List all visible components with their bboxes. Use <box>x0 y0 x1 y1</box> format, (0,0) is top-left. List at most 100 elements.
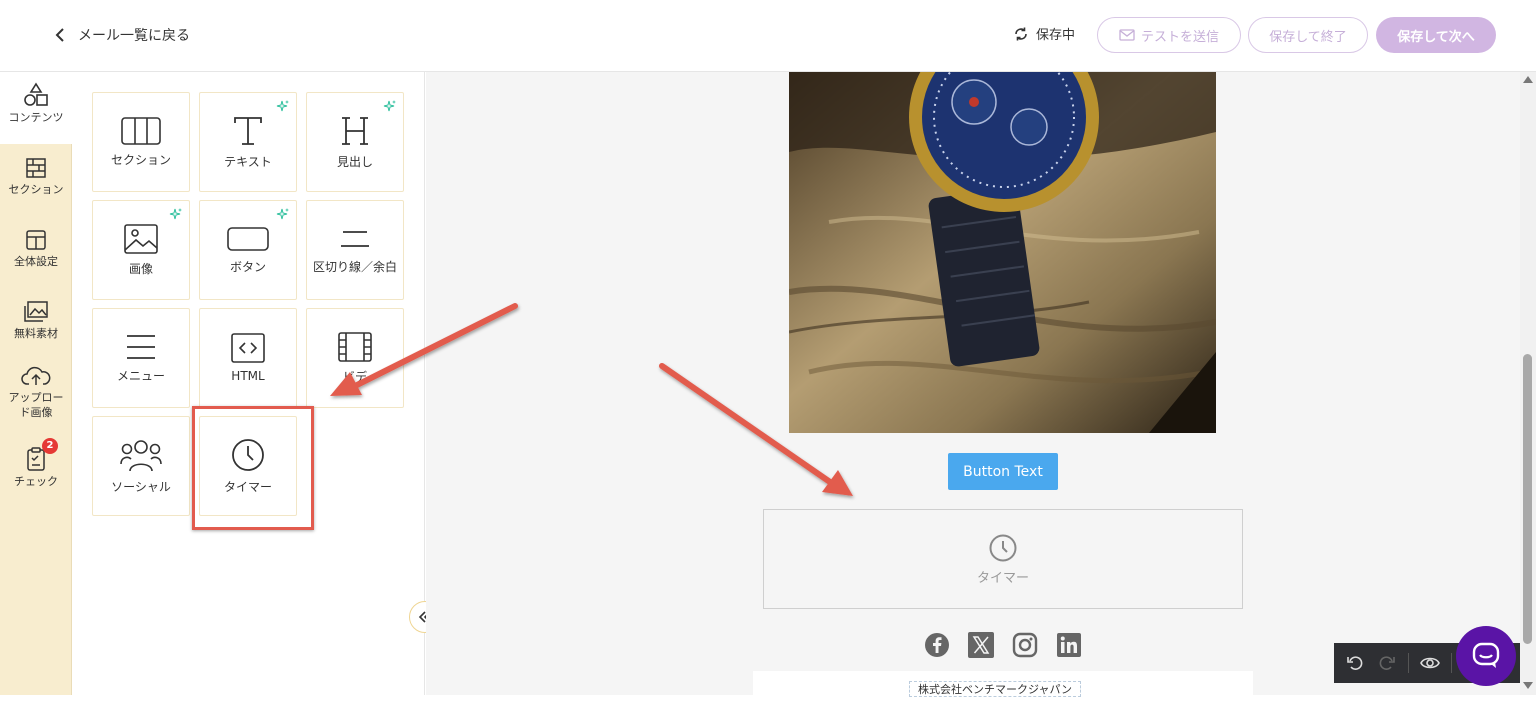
toolbar-divider <box>1408 653 1409 673</box>
bricks-icon <box>26 158 46 178</box>
tile-section[interactable]: セクション <box>92 92 190 192</box>
divider-icon <box>341 230 369 247</box>
image-icon <box>124 223 158 254</box>
tile-timer[interactable]: タイマー <box>199 416 297 516</box>
rail-label: 全体設定 <box>14 255 58 268</box>
email-button-text: Button Text <box>963 463 1043 480</box>
tile-label: HTML <box>231 369 265 383</box>
chat-support-button[interactable] <box>1456 626 1516 686</box>
redo-icon <box>1379 656 1395 670</box>
scroll-down-arrow[interactable] <box>1523 682 1533 689</box>
redo-button[interactable] <box>1376 652 1398 674</box>
social-icon <box>120 439 162 471</box>
heading-icon <box>342 116 368 145</box>
tile-label: メニュー <box>116 368 165 383</box>
tile-label: 画像 <box>128 261 153 276</box>
top-header: メール一覧に戻る 保存中 テストを送信 保存して終了 保存して次へ <box>0 0 1536 72</box>
clock-icon <box>232 438 264 471</box>
save-and-exit-button[interactable]: 保存して終了 <box>1248 17 1368 53</box>
email-body: Button Text タイマー 株式会社ベンチマークジャパン <box>456 72 1492 701</box>
x-twitter-icon[interactable] <box>968 632 994 658</box>
watch-photo[interactable] <box>789 72 1216 433</box>
menu-icon <box>127 334 155 359</box>
ai-sparkle-icon <box>276 100 289 112</box>
scroll-thumb[interactable] <box>1523 354 1532 644</box>
cloud-upload-icon <box>21 366 51 385</box>
rail-item-sections[interactable]: セクション <box>0 156 72 197</box>
chevron-left-icon <box>55 28 64 42</box>
rail-label: 無料素材 <box>14 327 58 340</box>
preview-button[interactable] <box>1419 652 1441 674</box>
email-cta-button[interactable]: Button Text <box>948 453 1058 490</box>
back-label: メール一覧に戻る <box>78 28 190 44</box>
undo-icon <box>1347 656 1363 670</box>
tile-divider[interactable]: 区切り線／余白 <box>306 200 404 300</box>
rail-label: セクション <box>8 183 64 196</box>
ai-sparkle-icon <box>169 208 182 220</box>
check-count-badge: 2 <box>42 438 58 454</box>
rail-item-contents[interactable]: コンテンツ <box>0 72 72 144</box>
undo-button[interactable] <box>1344 652 1366 674</box>
tile-html[interactable]: HTML <box>199 308 297 408</box>
facebook-icon[interactable] <box>924 632 950 658</box>
shapes-icon <box>24 82 48 106</box>
content-block-panel: セクション テキスト 見出し 画像 ボタン 区切り線／余白 メニュー HTML … <box>73 72 425 695</box>
saving-status: 保存中 <box>1012 24 1075 43</box>
rail-item-uploaded-images[interactable]: アップロード画像 <box>0 364 72 421</box>
tile-label: ボタン <box>229 259 266 274</box>
tile-label: セクション <box>110 152 171 167</box>
tile-button[interactable]: ボタン <box>199 200 297 300</box>
tile-social[interactable]: ソーシャル <box>92 416 190 516</box>
ai-sparkle-icon <box>276 208 289 220</box>
saving-label: 保存中 <box>1036 28 1076 43</box>
toolbar-divider <box>1451 653 1452 673</box>
save-next-label: 保存して次へ <box>1397 29 1475 45</box>
send-test-label: テストを送信 <box>1140 29 1219 45</box>
email-canvas: Button Text タイマー 株式会社ベンチマークジャパン <box>426 72 1520 701</box>
button-icon <box>227 226 269 251</box>
tile-text[interactable]: テキスト <box>199 92 297 192</box>
scroll-up-arrow[interactable] <box>1523 76 1533 83</box>
tile-label: 区切り線／余白 <box>312 259 397 274</box>
save-exit-label: 保存して終了 <box>1269 29 1347 45</box>
tile-label: 見出し <box>336 154 373 169</box>
tile-label: タイマー <box>223 479 272 494</box>
social-icons-row <box>924 632 1082 658</box>
text-icon <box>234 116 262 145</box>
linkedin-icon[interactable] <box>1056 632 1082 658</box>
rail-item-global-settings[interactable]: 全体設定 <box>0 228 72 269</box>
tile-heading[interactable]: 見出し <box>306 92 404 192</box>
timer-placeholder-block[interactable]: タイマー <box>763 509 1243 609</box>
clock-icon <box>989 534 1017 561</box>
images-icon <box>24 301 48 322</box>
rail-label: チェック <box>14 475 58 488</box>
timer-placeholder-label: タイマー <box>976 570 1029 586</box>
tile-label: テキスト <box>224 154 272 169</box>
rail-item-free-assets[interactable]: 無料素材 <box>0 300 72 341</box>
code-icon <box>231 333 265 363</box>
ai-sparkle-icon <box>383 100 396 112</box>
canvas-scrollbar[interactable] <box>1520 72 1536 695</box>
layout-icon <box>26 230 46 250</box>
back-to-mail-list-link[interactable]: メール一覧に戻る <box>52 22 190 48</box>
rail-label: コンテンツ <box>8 111 64 124</box>
tile-image[interactable]: 画像 <box>92 200 190 300</box>
rail-item-check[interactable]: 2 チェック <box>0 438 72 489</box>
tile-menu[interactable]: メニュー <box>92 308 190 408</box>
watch-image <box>789 72 1216 433</box>
tile-label: ビデ <box>342 369 367 384</box>
video-icon <box>338 331 372 362</box>
rail-label: アップロード画像 <box>8 391 64 420</box>
mail-icon <box>1119 29 1135 41</box>
eye-icon <box>1420 657 1440 669</box>
save-and-next-button[interactable]: 保存して次へ <box>1376 17 1496 53</box>
section-icon <box>121 116 161 145</box>
tile-video[interactable]: ビデ <box>306 308 404 408</box>
instagram-icon[interactable] <box>1012 632 1038 658</box>
chat-bubble-icon <box>1472 642 1500 668</box>
tile-label: ソーシャル <box>111 479 171 494</box>
email-footer: 株式会社ベンチマークジャパン <box>753 671 1253 701</box>
send-test-button[interactable]: テストを送信 <box>1097 17 1241 53</box>
left-rail: コンテンツ セクション 全体設定 無料素材 アップロード画像 2 チェック <box>0 72 72 695</box>
sync-icon <box>1015 27 1027 40</box>
